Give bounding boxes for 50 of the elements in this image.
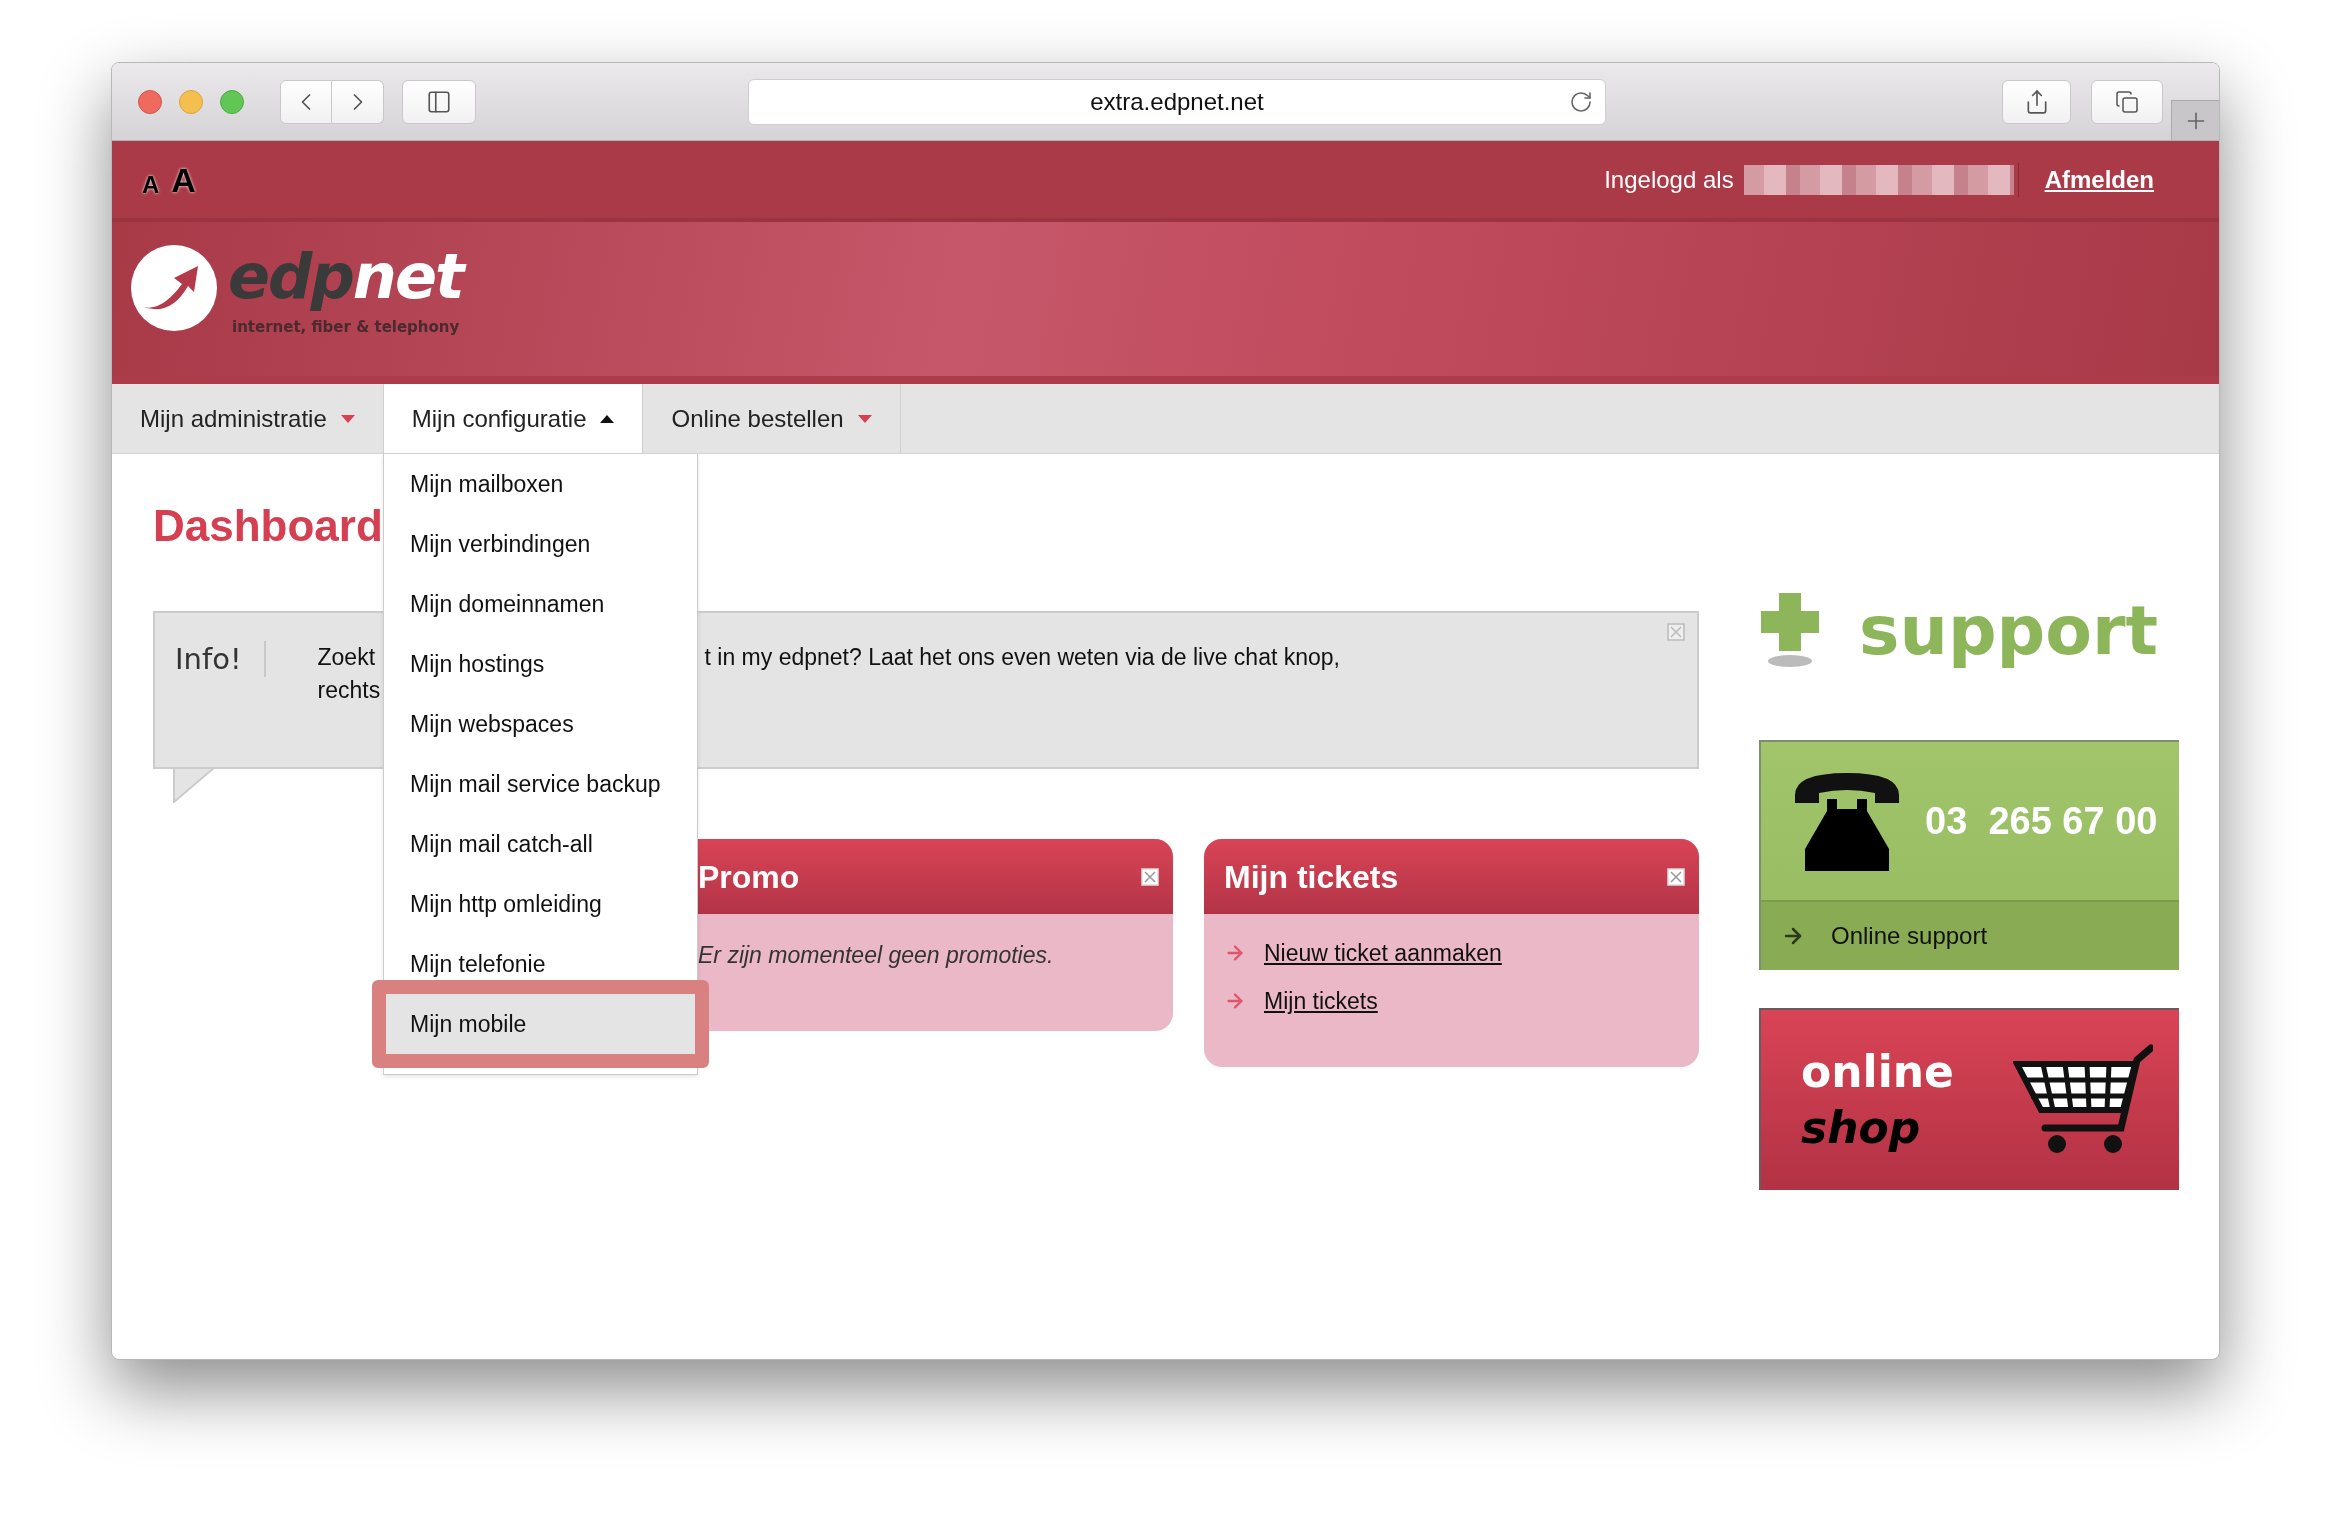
logo-tagline: internet, fiber & telephony — [232, 317, 461, 338]
tabs-button[interactable] — [2091, 79, 2163, 124]
new-tab-button[interactable] — [2171, 100, 2219, 140]
close-icon[interactable] — [1141, 867, 1159, 886]
menu-item[interactable]: Mijn hostings — [384, 634, 697, 694]
share-button[interactable] — [2002, 79, 2071, 124]
card-title: Promo — [698, 857, 800, 897]
logout-link[interactable]: Afmelden — [2044, 161, 2154, 198]
phone-number: 03 265 67 00 — [1925, 798, 2158, 844]
reload-icon[interactable] — [1569, 89, 1593, 114]
menu-item[interactable]: Mijn mail catch-all — [384, 814, 697, 874]
card-title: Mijn tickets — [1224, 857, 1399, 897]
forward-button[interactable] — [332, 79, 384, 124]
menu-item[interactable]: Mijn http omleiding — [384, 874, 697, 934]
page-title: Dashboard — [153, 500, 383, 552]
ticket-link[interactable]: Nieuw ticket aanmaken — [1264, 936, 1502, 971]
close-icon[interactable] — [1667, 867, 1685, 886]
logo-icon — [130, 244, 218, 332]
online-shop-banner[interactable]: online shop — [1759, 1008, 2179, 1190]
promo-message: Er zijn momenteel geen promoties. — [697, 941, 1054, 970]
zoom-window-button[interactable] — [220, 89, 244, 114]
menu-item[interactable]: Mijn mobile — [372, 980, 709, 1068]
online-support-link[interactable]: Online support — [1831, 918, 1988, 954]
tabs-icon — [2115, 89, 2139, 114]
url-text: extra.edpnet.net — [1090, 86, 1264, 117]
info-label: Info! — [175, 641, 242, 677]
info-text: rechts — [317, 676, 381, 705]
menu-item[interactable]: Mijn domeinnamen — [384, 574, 697, 634]
support-title: support — [1859, 590, 2158, 672]
info-text: Zoekt — [317, 643, 376, 672]
menu-item[interactable]: Mijn webspaces — [384, 694, 697, 754]
minimize-window-button[interactable] — [179, 89, 203, 114]
menu-item[interactable]: Mijn verbindingen — [384, 514, 697, 574]
info-text: t in my edpnet? Laat het ons even weten via de live chat knop, — [704, 643, 1340, 672]
menu-item[interactable]: Mijn mail service backup — [384, 754, 697, 814]
caret-down-icon — [340, 414, 355, 423]
address-bar[interactable]: extra.edpnet.net — [748, 78, 1606, 125]
sidebar-button[interactable] — [402, 79, 476, 124]
close-window-button[interactable] — [138, 89, 162, 114]
shop-text: shop — [1801, 1101, 1921, 1155]
back-button[interactable] — [280, 79, 332, 124]
shop-text: online — [1801, 1045, 1954, 1099]
caret-down-icon — [857, 414, 872, 423]
ticket-link[interactable]: Mijn tickets — [1264, 983, 1378, 1018]
nav-tab[interactable]: Mijn configuratie — [383, 384, 644, 453]
caret-up-icon — [600, 414, 615, 423]
menu-item[interactable]: Mijn mailboxen — [384, 454, 697, 514]
sidebar-icon — [426, 88, 452, 115]
logged-in-label: Ingelogd als — [1604, 164, 1734, 195]
shopping-cart-icon — [2013, 1044, 2153, 1156]
